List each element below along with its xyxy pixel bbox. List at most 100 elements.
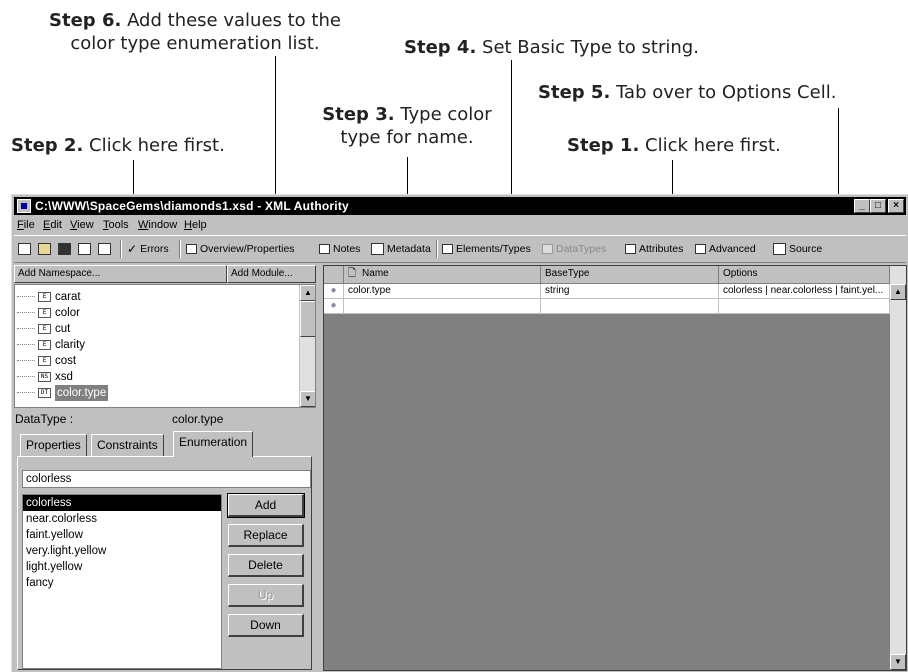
element-icon: E [38, 308, 51, 318]
errors-button[interactable]: ✓ Errors [127, 241, 169, 257]
metadata-button[interactable]: Metadata [371, 241, 431, 257]
tab-constraints[interactable]: Constraints [91, 434, 164, 456]
list-item[interactable]: fancy [23, 575, 221, 591]
print-icon[interactable] [78, 241, 91, 257]
step6-callout: Step 6. Add these values to the color ty… [20, 9, 370, 55]
column-header-basetype[interactable]: BaseType [541, 266, 719, 284]
toolbar-separator [179, 240, 181, 258]
new-file-icon[interactable] [18, 241, 31, 257]
menu-view[interactable]: View [70, 219, 94, 231]
notes-label: Notes [333, 243, 361, 255]
tree-item-selected[interactable]: DT color.type [17, 385, 109, 401]
enumeration-value-input[interactable]: colorless [22, 470, 311, 488]
tree-item[interactable]: E cost [17, 353, 76, 369]
up-button[interactable]: Up [228, 584, 304, 607]
down-button[interactable]: Down [228, 614, 304, 637]
list-item[interactable]: colorless [23, 495, 221, 511]
tree-scrollbar[interactable]: ▲ ▼ [299, 285, 315, 407]
step3-callout: Step 3. Type color type for name. [308, 103, 506, 149]
minimize-button[interactable]: _ [854, 199, 870, 213]
delete-button[interactable]: Delete [228, 554, 304, 577]
add-module-button[interactable]: Add Module... [227, 265, 316, 283]
column-header-options[interactable]: Options [719, 266, 890, 284]
tree-item[interactable]: E carat [17, 289, 81, 305]
tree-item[interactable]: E clarity [17, 337, 85, 353]
datatypes-button[interactable]: DataTypes [542, 241, 606, 257]
datatype-label: DataType : [15, 412, 74, 426]
checkmark-icon: ✓ [127, 242, 138, 256]
list-item[interactable]: faint.yellow [23, 527, 221, 543]
notes-button[interactable]: Notes [319, 241, 360, 257]
close-button[interactable]: × [888, 199, 904, 213]
step6-text: Add these values to the [127, 10, 341, 31]
toolbar: ✓ Errors Overview/Properties Notes Metad… [14, 235, 906, 263]
attributes-button[interactable]: Attributes [625, 241, 683, 257]
step3-label: Step 3. [322, 104, 395, 125]
elements-types-button[interactable]: Elements/Types [442, 241, 531, 257]
add-namespace-button[interactable]: Add Namespace... [14, 265, 227, 283]
attributes-label: Attributes [639, 243, 684, 255]
tree-item[interactable]: NS xsd [17, 369, 73, 385]
namespace-icon: NS [38, 372, 51, 382]
metadata-icon [371, 243, 384, 255]
options-cell[interactable] [719, 299, 890, 314]
attributes-icon [625, 244, 636, 254]
step6-label: Step 6. [49, 10, 122, 31]
basetype-cell[interactable] [541, 299, 719, 314]
add-button[interactable]: Add [227, 493, 305, 518]
step3-text2: type for name. [340, 127, 474, 148]
menu-tools[interactable]: Tools [103, 219, 129, 231]
table-row[interactable]: ● color.type string colorless | near.col… [324, 284, 890, 299]
tab-enumeration[interactable]: Enumeration [173, 431, 254, 457]
step4-callout: Step 4. Set Basic Type to string. [404, 36, 699, 59]
schema-tree[interactable]: E carat E color E cut E clarity E cost N… [14, 284, 316, 408]
name-cell[interactable]: color.type [344, 284, 541, 299]
app-icon[interactable] [17, 199, 31, 213]
menu-file[interactable]: File [17, 219, 35, 231]
options-cell[interactable]: colorless | near.colorless | faint.yel..… [719, 284, 890, 299]
table-row[interactable]: ● [324, 299, 890, 314]
element-icon: E [38, 356, 51, 366]
title-bar[interactable]: C:\WWW\SpaceGems\diamonds1.xsd - XML Aut… [14, 197, 906, 215]
menu-bar: File Edit View Tools Window Help [14, 216, 906, 234]
overview-properties-button[interactable]: Overview/Properties [186, 241, 295, 257]
list-item[interactable]: very.light.yellow [23, 543, 221, 559]
tab-properties[interactable]: Properties [20, 434, 87, 456]
row-marker-icon: ● [324, 284, 344, 299]
replace-button[interactable]: Replace [228, 524, 304, 547]
maximize-button[interactable]: □ [870, 199, 886, 213]
grid-scrollbar[interactable]: ▲ ▼ [890, 266, 906, 670]
scroll-up-button[interactable]: ▲ [890, 284, 906, 300]
advanced-label: Advanced [709, 243, 756, 255]
element-icon: E [38, 324, 51, 334]
scroll-down-button[interactable]: ▼ [890, 654, 906, 670]
step3-text: Type color [400, 104, 492, 125]
scroll-up-button[interactable]: ▲ [300, 285, 315, 301]
tree-item[interactable]: E color [17, 305, 80, 321]
source-button[interactable]: Source [773, 241, 822, 257]
toolbar-separator [120, 240, 122, 258]
list-item[interactable]: near.colorless [23, 511, 221, 527]
column-header-name[interactable]: 🗋 Name [344, 266, 541, 284]
scroll-down-button[interactable]: ▼ [300, 391, 315, 407]
elements-types-label: Elements/Types [456, 243, 531, 255]
tree-item[interactable]: E cut [17, 321, 70, 337]
open-folder-icon[interactable] [38, 241, 51, 257]
step2-label: Step 2. [11, 135, 84, 156]
print-preview-icon[interactable] [98, 241, 111, 257]
basetype-cell[interactable]: string [541, 284, 719, 299]
enumeration-list[interactable]: colorless near.colorless faint.yellow ve… [22, 494, 222, 669]
name-cell[interactable] [344, 299, 541, 314]
menu-help[interactable]: Help [184, 219, 207, 231]
save-icon[interactable] [58, 241, 71, 257]
scroll-thumb[interactable] [300, 301, 315, 337]
tree-item-label: cost [55, 355, 77, 367]
window-title: C:\WWW\SpaceGems\diamonds1.xsd - XML Aut… [35, 199, 349, 213]
datatype-icon: DT [38, 388, 51, 398]
advanced-button[interactable]: Advanced [695, 241, 756, 257]
menu-edit[interactable]: Edit [43, 219, 62, 231]
app-window: C:\WWW\SpaceGems\diamonds1.xsd - XML Aut… [11, 194, 908, 672]
list-item[interactable]: light.yellow [23, 559, 221, 575]
row-marker-icon: ● [324, 299, 344, 314]
menu-window[interactable]: Window [138, 219, 177, 231]
